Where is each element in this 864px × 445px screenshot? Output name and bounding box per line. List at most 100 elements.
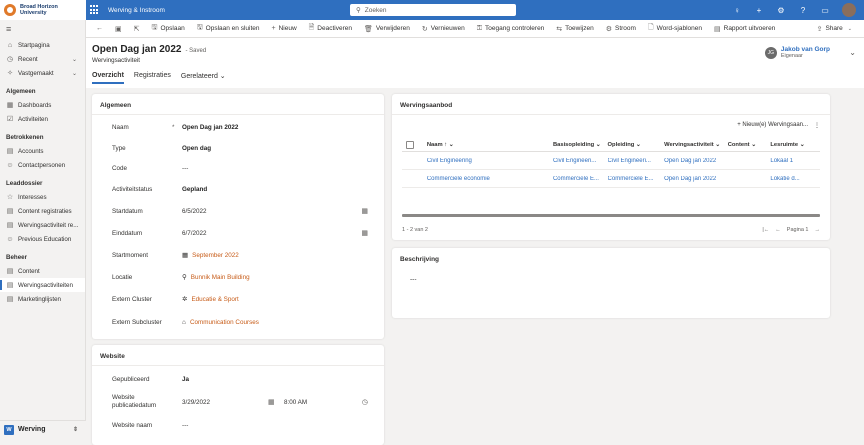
- calendar-icon[interactable]: ▦: [361, 207, 368, 215]
- sidebar-item-accounts[interactable]: ▤Accounts: [0, 144, 85, 158]
- column-header[interactable]: Opleiding ⌄: [608, 142, 665, 148]
- field-value[interactable]: ⚲Bunnik Main Building: [182, 273, 250, 281]
- field-row[interactable]: TypeOpen dag: [112, 142, 372, 154]
- flow-button[interactable]: ⚙Stroom: [600, 25, 642, 33]
- plus-icon[interactable]: +: [754, 6, 764, 15]
- field-row[interactable]: Locatie⚲Bunnik Main Building: [112, 271, 372, 283]
- app-name[interactable]: Werving & Instroom: [108, 7, 165, 14]
- field-value[interactable]: ▦September 2022: [182, 251, 239, 259]
- field-value[interactable]: Open Dag jan 2022: [182, 124, 238, 131]
- word-templates-button[interactable]: 🗋Word-sjablonen: [642, 23, 708, 34]
- first-page-icon[interactable]: |←: [762, 227, 769, 233]
- owner-name[interactable]: Jakob van Gorp: [781, 46, 830, 53]
- chevron-down-icon[interactable]: ⌄: [72, 70, 77, 77]
- field-row[interactable]: Naam*Open Dag jan 2022: [112, 121, 372, 133]
- next-page-icon[interactable]: →: [815, 227, 821, 233]
- field-publication-date[interactable]: Website publicatiedatum 3/29/2022 ▦ 8:00…: [112, 392, 372, 412]
- table-cell[interactable]: Open Dag jan 2022: [664, 176, 728, 182]
- field-published[interactable]: Gepubliceerd Ja: [112, 373, 372, 385]
- field-value[interactable]: ⌂Communication Courses: [182, 319, 259, 326]
- column-header[interactable]: Naam ↑ ⌄: [424, 142, 553, 148]
- check-access-button[interactable]: ⚿Toegang controleren: [471, 25, 551, 33]
- sidebar-item-contacts[interactable]: ☺Contactpersonen: [0, 158, 85, 172]
- table-cell[interactable]: Civil Engineeri...: [553, 158, 608, 164]
- time-input[interactable]: 8:00 AM: [284, 399, 307, 406]
- date-input[interactable]: 3/29/2022: [182, 399, 268, 406]
- hamburger-menu-icon[interactable]: ≡: [0, 20, 85, 38]
- app-launcher-icon[interactable]: [90, 5, 100, 15]
- field-value[interactable]: ---: [182, 422, 188, 429]
- table-cell[interactable]: Civil Engineeri...: [608, 158, 665, 164]
- calendar-icon[interactable]: ▦: [268, 398, 284, 406]
- tab-1[interactable]: Registraties: [134, 72, 171, 84]
- open-new-window-button[interactable]: ⇱: [128, 25, 146, 33]
- select-all-checkbox[interactable]: [406, 141, 414, 149]
- field-row[interactable]: Extern Cluster✲Educatie & Sport: [112, 293, 372, 305]
- save-button[interactable]: 🖫Opslaan: [146, 23, 191, 34]
- area-switcher[interactable]: W Werving ⇕: [0, 420, 86, 438]
- user-avatar[interactable]: [842, 3, 856, 17]
- calendar-icon[interactable]: ▦: [361, 229, 368, 237]
- field-value[interactable]: ---: [182, 165, 188, 172]
- share-button[interactable]: ⇪ Share ⌄: [811, 25, 858, 33]
- sidebar-item-activities[interactable]: ☑Activiteiten: [0, 112, 85, 126]
- assign-button[interactable]: ⇆Toewijzen: [550, 25, 599, 33]
- sidebar-item-home[interactable]: ⌂Startpagina: [0, 38, 85, 52]
- field-row[interactable]: Startmoment▦September 2022: [112, 249, 372, 261]
- sidebar-item-content[interactable]: ▤Content: [0, 264, 85, 278]
- form-view-button[interactable]: ▣: [109, 25, 128, 33]
- column-header[interactable]: Lesruimte ⌄: [770, 142, 820, 148]
- owner[interactable]: JG Jakob van Gorp Eigenaar: [765, 46, 830, 59]
- back-button[interactable]: ←: [90, 25, 109, 32]
- previous-page-icon[interactable]: ←: [775, 227, 781, 233]
- field-row[interactable]: Startdatum6/5/2022▦: [112, 205, 372, 217]
- sidebar-item-interests[interactable]: ☆Interesses: [0, 190, 85, 204]
- sidebar-item-content-registrations[interactable]: ▤Content registraties: [0, 204, 85, 218]
- app-logo[interactable]: Broad Horizon University: [0, 0, 86, 20]
- table-row[interactable]: Commerciele economieCommerciele E...Comm…: [402, 171, 820, 188]
- more-options-icon[interactable]: ⋮: [814, 122, 820, 129]
- chevron-down-icon[interactable]: ⌄: [72, 56, 77, 63]
- table-cell[interactable]: Commerciele E...: [608, 176, 665, 182]
- sidebar-item-recruitment-activity-registrations[interactable]: ▤Wervingsactiviteit re...: [0, 218, 85, 232]
- lightbulb-icon[interactable]: ♀: [732, 6, 742, 15]
- horizontal-scrollbar[interactable]: [402, 214, 820, 217]
- search-input[interactable]: ⚲ Zoeken: [350, 4, 516, 16]
- table-cell[interactable]: Open Dag jan 2022: [664, 158, 728, 164]
- expand-header-icon[interactable]: ⌄: [849, 48, 856, 57]
- new-button[interactable]: +Nieuw: [266, 25, 303, 32]
- field-value[interactable]: Open dag: [182, 145, 211, 152]
- field-value[interactable]: Gepland: [182, 186, 207, 193]
- chat-icon[interactable]: ▭: [820, 6, 830, 15]
- field-row[interactable]: ActiviteitstatusGepland: [112, 183, 372, 195]
- sidebar-item-marketing-lists[interactable]: ▤Marketinglijsten: [0, 292, 85, 306]
- column-header[interactable]: Wervingsactiviteit ⌄: [664, 142, 728, 148]
- run-report-button[interactable]: ▤Rapport uitvoeren: [708, 25, 781, 33]
- field-value[interactable]: ✲Educatie & Sport: [182, 295, 239, 303]
- table-cell[interactable]: Commerciele E...: [553, 176, 608, 182]
- field-row[interactable]: Einddatum6/7/2022▦: [112, 227, 372, 239]
- field-website-name[interactable]: Website naam ---: [112, 419, 372, 431]
- sidebar-item-recent[interactable]: ◷Recent⌄: [0, 52, 85, 66]
- delete-button[interactable]: 🗑Verwijderen: [358, 25, 416, 33]
- table-row[interactable]: Civil EngineeringCivil Engineeri...Civil…: [402, 153, 820, 170]
- table-cell[interactable]: Lokatie d...: [770, 176, 820, 182]
- description-value[interactable]: ---: [410, 276, 417, 283]
- field-value[interactable]: 6/7/2022: [182, 230, 207, 237]
- tab-2[interactable]: Gerelateerd ⌄: [181, 72, 226, 84]
- field-row[interactable]: Extern Subcluster⌂Communication Courses: [112, 316, 372, 328]
- sidebar-item-recruitment-activities[interactable]: ▤Wervingsactiviteiten: [0, 278, 85, 292]
- deactivate-button[interactable]: 🗎Deactiveren: [303, 23, 358, 34]
- field-value[interactable]: Ja: [182, 376, 189, 383]
- sidebar-item-previous-education[interactable]: ☺Previous Education: [0, 232, 85, 246]
- add-record-button[interactable]: + Nieuw(e) Wervingsaan...: [737, 122, 808, 129]
- clock-icon[interactable]: ◷: [362, 398, 368, 406]
- save-and-close-button[interactable]: 🖫Opslaan en sluiten: [191, 23, 266, 34]
- help-icon[interactable]: ?: [798, 6, 808, 15]
- tab-0[interactable]: Overzicht: [92, 72, 124, 84]
- field-row[interactable]: Code---: [112, 162, 372, 174]
- table-cell[interactable]: Lokaal 1: [770, 158, 820, 164]
- sidebar-item-dashboards[interactable]: ▦Dashboards: [0, 98, 85, 112]
- column-header[interactable]: Content ⌄: [728, 142, 771, 148]
- field-value[interactable]: 6/5/2022: [182, 208, 207, 215]
